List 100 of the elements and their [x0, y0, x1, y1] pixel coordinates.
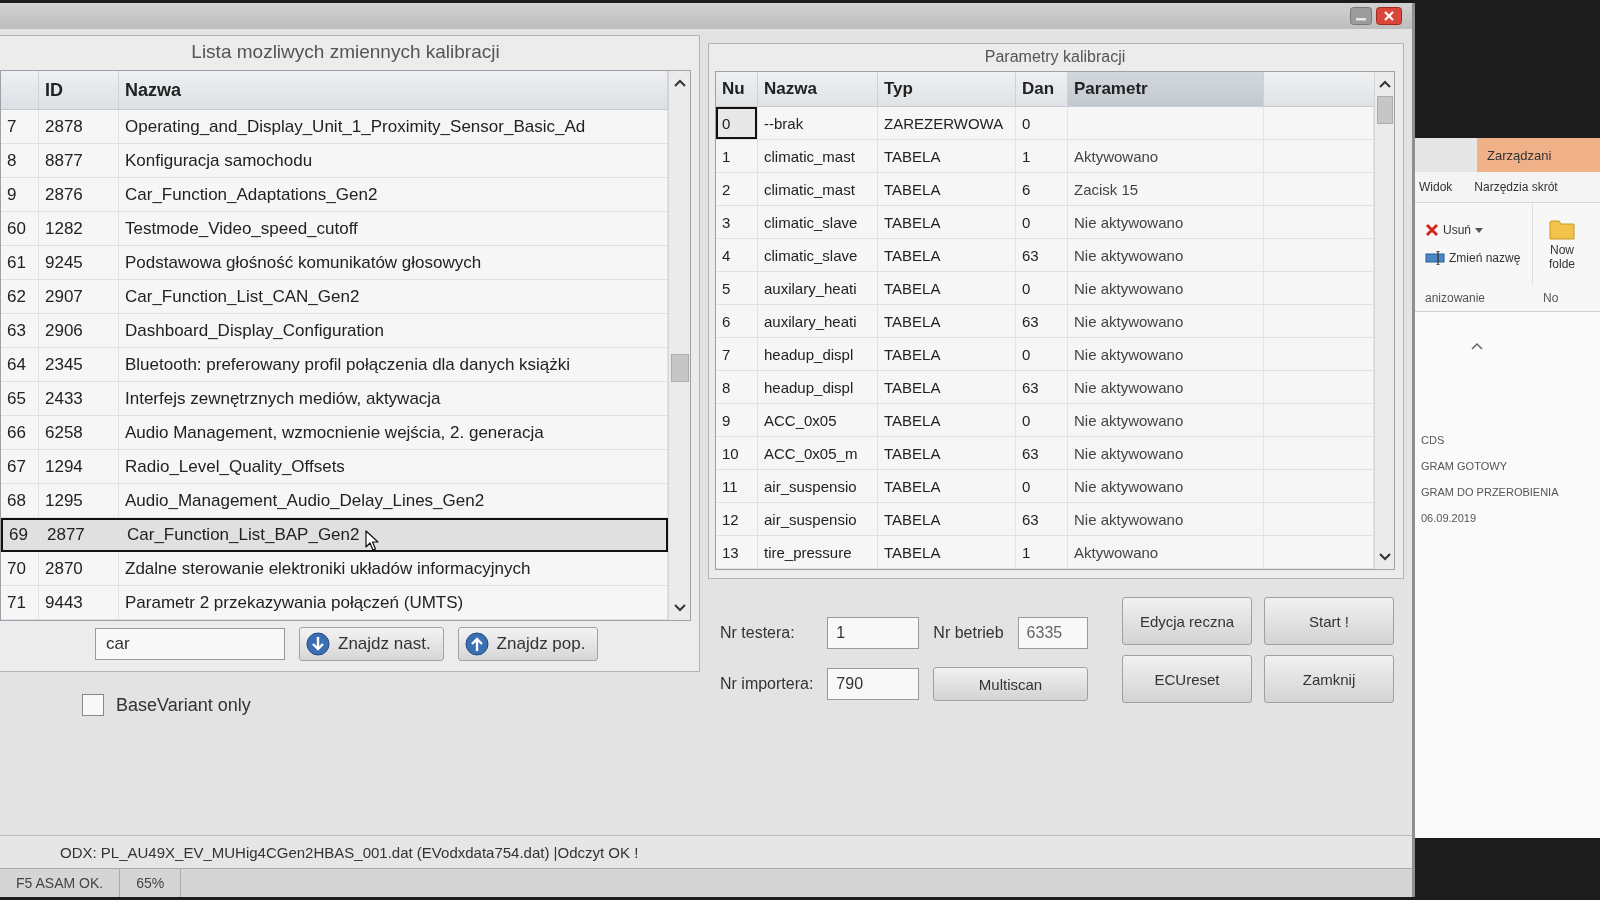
table-row[interactable]: 7 2878 Operating_and_Display_Unit_1_Proximity_Sensor_Basic_Ad	[1, 110, 668, 144]
checkbox[interactable]	[82, 694, 104, 716]
chevron-up-icon[interactable]	[673, 79, 686, 87]
ribbon-tab[interactable]: Narzędzia skrót	[1474, 180, 1558, 194]
scrollbar[interactable]	[1374, 72, 1394, 569]
table-cell: 0	[1016, 338, 1068, 370]
table-row[interactable]: 9 2876 Car_Function_Adaptations_Gen2	[1, 178, 668, 212]
table-row[interactable]: 63 2906 Dashboard_Display_Configuration	[1, 314, 668, 348]
table-cell: 1295	[45, 490, 83, 511]
table-row[interactable]: 68 1295 Audio_Management_Audio_Delay_Lines_Gen2	[1, 484, 668, 518]
table-row[interactable]: 1 climatic_mast TABELA 1 Aktywowano	[716, 140, 1374, 173]
table-row[interactable]: 8 headup_displ TABELA 63 Nie aktywowano	[716, 371, 1374, 404]
text-field-icon	[1425, 251, 1445, 265]
ribbon-button[interactable]: Now folde	[1541, 217, 1583, 271]
scrollbar[interactable]	[668, 71, 690, 620]
table-cell: TABELA	[878, 437, 1016, 469]
file-list-item[interactable]: 06.09.2019	[1421, 512, 1477, 524]
column-header[interactable]: Parametr	[1068, 72, 1264, 106]
file-list-item[interactable]: GRAM GOTOWY	[1421, 460, 1507, 472]
column-header[interactable]: Nazwa	[758, 72, 878, 106]
table-cell: air_suspensio	[758, 470, 878, 502]
table-row[interactable]: 2 climatic_mast TABELA 6 Zacisk 15	[716, 173, 1374, 206]
table-row[interactable]: 60 1282 Testmode_Video_speed_cutoff	[1, 212, 668, 246]
table-cell: 13	[716, 536, 758, 568]
table-cell: Testmode_Video_speed_cutoff	[125, 218, 358, 239]
table-cell: Nie aktywowano	[1068, 338, 1264, 370]
multiscan-button[interactable]: Multiscan	[933, 667, 1088, 701]
find-button[interactable]: Znajdz nast.	[299, 627, 444, 661]
table-cell: 0	[1016, 272, 1068, 304]
table-cell: 67	[7, 456, 26, 477]
caret-icon	[1475, 227, 1483, 233]
search-field[interactable]: car	[95, 628, 285, 660]
table-row[interactable]: 65 2433 Interfejs zewnętrznych mediów, aktywacja	[1, 382, 668, 416]
action-button[interactable]: ECUreset	[1122, 655, 1252, 703]
table-cell: 63	[1016, 239, 1068, 271]
table-row[interactable]: 9 ACC_0x05 TABELA 0 Nie aktywowano	[716, 404, 1374, 437]
table-cell: TABELA	[878, 206, 1016, 238]
table-row[interactable]: 62 2907 Car_Function_List_CAN_Gen2	[1, 280, 668, 314]
table-cell: TABELA	[878, 305, 1016, 337]
file-list-item[interactable]: CDS	[1421, 434, 1445, 446]
table-row[interactable]: 7 headup_displ TABELA 0 Nie aktywowano	[716, 338, 1374, 371]
table-row[interactable]: 70 2870 Zdalne sterowanie elektroniki układów informacyjnych	[1, 552, 668, 586]
table-cell: 65	[7, 388, 26, 409]
file-list-item[interactable]: GRAM DO PRZEROBIENIA	[1421, 486, 1559, 498]
table-cell: 8	[716, 371, 758, 403]
chevron-up-icon[interactable]	[1378, 80, 1391, 88]
find-button[interactable]: Znajdz pop.	[457, 627, 599, 661]
table-row[interactable]: 4 climatic_slave TABELA 63 Nie aktywowano	[716, 239, 1374, 272]
scrollbar-thumb[interactable]	[670, 353, 689, 382]
table-row[interactable]: 8 8877 Konfiguracja samochodu	[1, 144, 668, 178]
table-cell: 5	[716, 272, 758, 304]
action-button[interactable]: Start !	[1264, 597, 1394, 645]
column-header[interactable]: Typ	[878, 72, 1016, 106]
table-row[interactable]: 11 air_suspensio TABELA 0 Nie aktywowano	[716, 470, 1374, 503]
table-row[interactable]: 64 2345 Bluetooth: preferowany profil połączenia dla danych książki	[1, 348, 668, 382]
table-cell: ACC_0x05_m	[758, 437, 878, 469]
table-row[interactable]: 0 --brak ZAREZERWOWA 0	[716, 107, 1374, 140]
close-icon[interactable]	[1376, 7, 1402, 25]
table-cell: Car_Function_List_BAP_Gen2	[127, 525, 360, 545]
table-cell: 1294	[45, 456, 83, 477]
table-cell: 8	[7, 150, 17, 171]
ribbon-tab[interactable]: Zarządzani	[1477, 138, 1600, 172]
scrollbar-thumb[interactable]	[1376, 96, 1393, 124]
ribbon-button[interactable]: Zmień nazwę	[1425, 251, 1532, 265]
table-row[interactable]: 10 ACC_0x05_m TABELA 63 Nie aktywowano	[716, 437, 1374, 470]
chevron-down-icon[interactable]	[673, 604, 686, 612]
ribbon-tab[interactable]: Widok	[1419, 180, 1453, 194]
input-field[interactable]: 6335	[1017, 617, 1088, 649]
minimize-icon[interactable]	[1350, 7, 1372, 25]
action-button[interactable]: Zamknij	[1264, 655, 1394, 703]
column-header[interactable]: ID	[39, 71, 119, 109]
table-row[interactable]: 71 9443 Parametr 2 przekazywania połączeń (UMTS)	[1, 586, 668, 620]
table-row[interactable]: 67 1294 Radio_Level_Quality_Offsets	[1, 450, 668, 484]
table-row[interactable]: 3 climatic_slave TABELA 0 Nie aktywowano	[716, 206, 1374, 239]
table-cell: 12	[716, 503, 758, 535]
table-cell: 66	[7, 422, 26, 443]
input-field[interactable]: 1	[827, 617, 920, 649]
table-cell: TABELA	[878, 470, 1016, 502]
table-cell: Konfiguracja samochodu	[125, 150, 313, 171]
table-row[interactable]: 5 auxilary_heati TABELA 0 Nie aktywowano	[716, 272, 1374, 305]
table-cell: 69	[9, 525, 28, 545]
table-row[interactable]: 12 air_suspensio TABELA 63 Nie aktywowano	[716, 503, 1374, 536]
table-cell: TABELA	[878, 239, 1016, 271]
table-cell: 0	[1016, 470, 1068, 502]
ribbon-button[interactable]: Usuń	[1425, 223, 1532, 237]
table-row[interactable]: 61 9245 Podstawowa głośność komunikatów głosowych	[1, 246, 668, 280]
chevron-down-icon[interactable]	[1378, 553, 1391, 561]
table-cell: auxilary_heati	[758, 305, 878, 337]
input-field[interactable]: 790	[827, 668, 920, 700]
table-row[interactable]: 69 2877 Car_Function_List_BAP_Gen2	[1, 518, 668, 552]
action-button[interactable]: Edycja reczna	[1122, 597, 1252, 645]
chevron-up-icon[interactable]	[1471, 342, 1483, 350]
table-cell: Operating_and_Display_Unit_1_Proximity_Sensor_Basic_Ad	[125, 116, 586, 137]
table-cell: 6258	[45, 422, 83, 443]
column-header[interactable]: Nu	[716, 72, 758, 106]
table-row[interactable]: 6 auxilary_heati TABELA 63 Nie aktywowano	[716, 305, 1374, 338]
table-row[interactable]: 66 6258 Audio Management, wzmocnienie wejścia, 2. generacja	[1, 416, 668, 450]
table-cell: 68	[7, 490, 26, 511]
table-row[interactable]: 13 tire_pressure TABELA 1 Aktywowano	[716, 536, 1374, 569]
table-cell: Zdalne sterowanie elektroniki układów informacyjnych	[125, 558, 531, 579]
